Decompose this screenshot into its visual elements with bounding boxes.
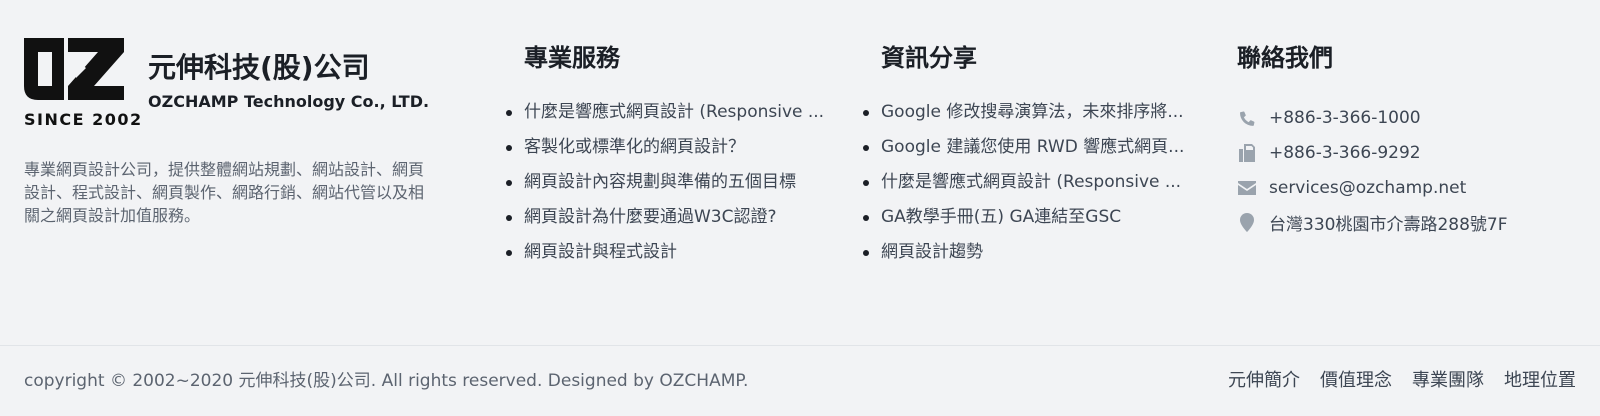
company-names: 元伸科技(股)公司 OZCHAMP Technology Co., LTD. xyxy=(148,51,430,112)
logo-row: SINCE 2002 元伸科技(股)公司 OZCHAMP Technology … xyxy=(24,38,444,130)
services-list: 什麼是響應式網頁設計 (Responsive ... 客製化或標準化的網頁設計？… xyxy=(506,100,834,275)
bullet-icon xyxy=(506,180,512,186)
company-name-cn: 元伸科技(股)公司 xyxy=(148,51,370,84)
list-item: 什麼是響應式網頁設計 (Responsive ... xyxy=(863,170,1191,205)
address-text: 台灣330桃園市介壽路288號7F xyxy=(1269,215,1508,235)
bullet-icon xyxy=(863,215,869,221)
oz-logo-icon xyxy=(24,38,124,100)
list-item: 網頁設計與程式設計 xyxy=(506,240,834,275)
list-item: 網頁設計內容規劃與準備的五個目標 xyxy=(506,170,834,205)
fax-number: +886-3-366-9292 xyxy=(1269,142,1421,163)
company-description: 專業網頁設計公司，提供整體網站規劃、網站設計、網頁設計、程式設計、網頁製作、網路… xyxy=(24,160,425,225)
list-item: Google 修改搜尋演算法，未來排序將... xyxy=(863,100,1191,135)
news-link[interactable]: 什麼是響應式網頁設計 (Responsive ... xyxy=(881,170,1191,195)
footer-nav-values[interactable]: 價值理念 xyxy=(1320,366,1392,392)
contact-column: 聯絡我們 +886-3-366-1000 +886-3-366-9292 ser… xyxy=(1237,40,1567,240)
map-marker-icon xyxy=(1237,213,1257,233)
email-link[interactable]: services@ozchamp.net xyxy=(1269,178,1466,198)
fax-icon xyxy=(1237,143,1257,163)
company-name-en: OZCHAMP Technology Co., LTD. xyxy=(148,92,430,111)
contact-email: services@ozchamp.net xyxy=(1237,170,1567,205)
contact-title: 聯絡我們 xyxy=(1237,44,1333,72)
footer-nav-about[interactable]: 元伸簡介 xyxy=(1228,366,1300,392)
list-item: 什麼是響應式網頁設計 (Responsive ... xyxy=(506,100,834,135)
bullet-icon xyxy=(506,250,512,256)
copyright-text: copyright © 2002~2020 元伸科技(股)公司. All rig… xyxy=(24,371,749,391)
news-column: 資訊分享 Google 修改搜尋演算法，未來排序將... Google 建議您使… xyxy=(863,40,1191,275)
phone-link[interactable]: +886-3-366-1000 xyxy=(1269,108,1421,128)
footer-nav: 元伸簡介 價值理念 專業團隊 地理位置 xyxy=(1228,366,1576,392)
bullet-icon xyxy=(506,215,512,221)
contact-fax: +886-3-366-9292 xyxy=(1237,135,1567,170)
list-item: 網頁設計為什麼要通過W3C認證? xyxy=(506,205,834,240)
news-list: Google 修改搜尋演算法，未來排序將... Google 建議您使用 RWD… xyxy=(863,100,1191,275)
logo-since-text: SINCE 2002 xyxy=(24,110,143,129)
bullet-icon xyxy=(506,145,512,151)
bullet-icon xyxy=(506,110,512,116)
bullet-icon xyxy=(863,180,869,186)
services-title: 專業服務 xyxy=(524,44,620,72)
service-link[interactable]: 網頁設計與程式設計 xyxy=(524,240,834,265)
news-link[interactable]: GA教學手冊(五) GA連結至GSC xyxy=(881,205,1191,230)
news-title: 資訊分享 xyxy=(881,44,977,72)
list-item: 網頁設計趨勢 xyxy=(863,240,1191,275)
service-link[interactable]: 網頁設計為什麼要通過W3C認證? xyxy=(524,205,834,230)
footer-nav-team[interactable]: 專業團隊 xyxy=(1412,366,1484,392)
phone-icon xyxy=(1237,108,1257,128)
bullet-icon xyxy=(863,110,869,116)
news-link[interactable]: Google 建議您使用 RWD 響應式網頁... xyxy=(881,135,1191,160)
list-item: 客製化或標準化的網頁設計？ xyxy=(506,135,834,170)
brand-block: SINCE 2002 元伸科技(股)公司 OZCHAMP Technology … xyxy=(24,38,444,227)
ozchamp-logo[interactable]: SINCE 2002 xyxy=(24,38,143,130)
services-column: 專業服務 什麼是響應式網頁設計 (Responsive ... 客製化或標準化的… xyxy=(506,40,834,275)
news-link[interactable]: Google 修改搜尋演算法，未來排序將... xyxy=(881,100,1191,125)
service-link[interactable]: 什麼是響應式網頁設計 (Responsive ... xyxy=(524,100,834,125)
contact-list: +886-3-366-1000 +886-3-366-9292 services… xyxy=(1237,100,1567,240)
contact-address: 台灣330桃園市介壽路288號7F xyxy=(1237,205,1567,240)
bullet-icon xyxy=(863,250,869,256)
footer-bottom: copyright © 2002~2020 元伸科技(股)公司. All rig… xyxy=(0,346,1600,416)
service-link[interactable]: 客製化或標準化的網頁設計？ xyxy=(524,135,834,160)
news-link[interactable]: 網頁設計趨勢 xyxy=(881,240,1191,265)
list-item: GA教學手冊(五) GA連結至GSC xyxy=(863,205,1191,240)
envelope-icon xyxy=(1237,178,1257,198)
bullet-icon xyxy=(863,145,869,151)
list-item: Google 建議您使用 RWD 響應式網頁... xyxy=(863,135,1191,170)
footer-top: SINCE 2002 元伸科技(股)公司 OZCHAMP Technology … xyxy=(0,0,1600,345)
contact-phone: +886-3-366-1000 xyxy=(1237,100,1567,135)
footer-nav-location[interactable]: 地理位置 xyxy=(1504,366,1576,392)
service-link[interactable]: 網頁設計內容規劃與準備的五個目標 xyxy=(524,170,834,195)
